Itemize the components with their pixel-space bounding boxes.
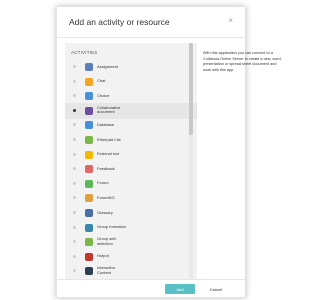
etherpad-lite-icon: [85, 136, 93, 144]
scrollbar-thumb[interactable]: [189, 43, 193, 135]
activity-item[interactable]: Feedback: [65, 161, 197, 177]
activity-label: Group self- selection: [97, 236, 117, 246]
activity-radio[interactable]: [73, 123, 76, 127]
activity-item[interactable]: Assignment: [65, 59, 197, 75]
modal-header: Add an activity or resource ×: [57, 7, 245, 38]
activity-label: Glossary: [97, 209, 113, 215]
group-formation-icon: [85, 223, 93, 232]
activity-radio[interactable]: [73, 167, 76, 171]
description-pane: With this application you can connect to…: [203, 43, 291, 279]
activity-radio[interactable]: [73, 65, 76, 68]
database-icon: [85, 121, 93, 130]
hotpot-icon: [85, 252, 93, 261]
activity-radio[interactable]: [73, 152, 76, 156]
activity-label: Database: [97, 121, 115, 127]
activity-label: Assignment: [97, 63, 118, 69]
activity-label: Collaborative document: [97, 104, 121, 115]
external-tool-icon: [85, 150, 93, 159]
activity-item[interactable]: Group formation: [65, 220, 197, 236]
activity-item[interactable]: ForumNG: [65, 190, 197, 206]
activity-item[interactable]: External tool: [65, 147, 197, 163]
activity-item[interactable]: Group self- selection: [65, 234, 197, 250]
add-activity-modal: Add an activity or resource × ACTIVITIES…: [56, 6, 282, 298]
modal-footer: Add Cancel: [57, 279, 245, 298]
activity-description: With this application you can connect to…: [203, 51, 282, 72]
activity-radio[interactable]: [73, 225, 76, 229]
activity-item[interactable]: Choice: [65, 88, 197, 104]
activity-label: Group formation: [97, 224, 126, 230]
activity-label: Interactive Content: [97, 265, 116, 275]
group-self-selection-icon: [85, 238, 93, 247]
collaborative-document-icon: [85, 106, 93, 115]
activity-item[interactable]: Collaborative document: [65, 102, 197, 119]
activity-radio[interactable]: [73, 138, 76, 141]
activity-radio[interactable]: [73, 181, 76, 185]
cancel-button[interactable]: Cancel: [203, 284, 229, 294]
activities-list: ACTIVITIES Assignment Chat Choice Collabora…: [65, 43, 197, 279]
modal-title: Add an activity or resource: [69, 17, 170, 27]
activity-radio[interactable]: [73, 94, 76, 98]
close-icon[interactable]: ×: [228, 16, 233, 25]
activities-scrollbar[interactable]: [189, 43, 193, 279]
add-button[interactable]: Add: [165, 284, 195, 294]
activity-item[interactable]: Glossary: [65, 205, 197, 221]
activity-item[interactable]: Chat: [65, 74, 197, 90]
feedback-icon: [85, 165, 93, 174]
activity-label: Etherpad Lite: [97, 136, 121, 142]
activity-label: Chat: [97, 78, 106, 84]
activity-item[interactable]: Etherpad Lite: [65, 132, 197, 148]
activity-item[interactable]: Interactive Content: [65, 263, 197, 279]
activity-radio[interactable]: [73, 108, 76, 112]
activity-label: Choice: [97, 92, 110, 98]
activity-radio[interactable]: [73, 211, 76, 214]
activity-label: External tool: [97, 151, 120, 157]
activity-radio[interactable]: [73, 240, 76, 244]
activities-heading: ACTIVITIES: [71, 50, 98, 55]
activity-label: Feedback: [97, 165, 115, 171]
glossary-icon: [85, 209, 93, 217]
activity-radio[interactable]: [73, 254, 76, 258]
forumng-icon: [85, 194, 93, 203]
activity-radio[interactable]: [73, 269, 76, 273]
activity-radio[interactable]: [73, 79, 76, 83]
activity-item[interactable]: Forum: [65, 176, 197, 192]
activity-radio[interactable]: [73, 196, 76, 200]
chat-icon: [85, 77, 93, 86]
assignment-icon: [85, 63, 93, 71]
forum-icon: [85, 179, 93, 188]
activity-label: Forum: [97, 180, 109, 186]
activity-label: Hotpot: [97, 253, 109, 259]
activity-label: ForumNG: [97, 194, 115, 200]
activity-item[interactable]: Hotpot: [65, 249, 197, 265]
interactive-content-icon: [85, 267, 93, 276]
activity-item[interactable]: Database: [65, 117, 197, 133]
choice-icon: [85, 92, 93, 101]
